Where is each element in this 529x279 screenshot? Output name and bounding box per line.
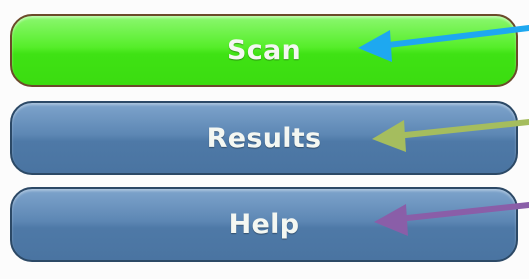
scan-button[interactable]: Scan (10, 14, 518, 87)
results-button-label: Results (206, 122, 322, 154)
scan-button-label: Scan (226, 35, 302, 66)
help-button-label: Help (228, 209, 300, 240)
main-menu-screen: Scan Results Help (0, 0, 529, 279)
help-button[interactable]: Help (10, 187, 518, 262)
results-button[interactable]: Results (10, 101, 518, 175)
